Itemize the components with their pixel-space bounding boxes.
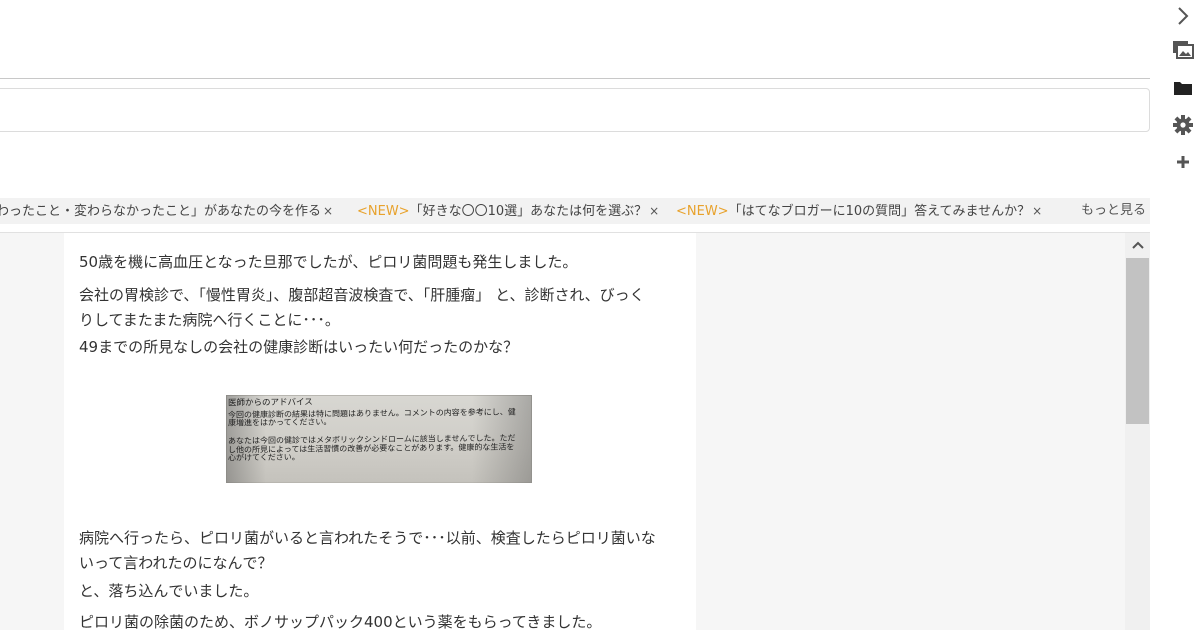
photo-text-line: 康増進をはかってください。	[228, 417, 332, 428]
plus-icon[interactable]	[1171, 150, 1195, 174]
topic-label: 「好きな〇〇10選」あなたは何を選ぶ？	[409, 204, 648, 219]
topic-item[interactable]: <NEW>「はてなブロガーに10の質問」答えてみませんか？ ×	[676, 198, 1042, 224]
paragraph: ピロリ菌の除菌のため、ボノサップパック400という薬をもらってきました。	[79, 613, 602, 630]
header-divider	[0, 78, 1150, 79]
scroll-up-icon[interactable]	[1125, 233, 1150, 257]
editor-scrollbar[interactable]	[1125, 233, 1150, 630]
topic-new-badge: <NEW>	[357, 204, 410, 219]
close-icon[interactable]: ×	[649, 204, 659, 218]
paragraph: いって言われたのになんで？	[79, 554, 273, 572]
image-icon[interactable]	[1171, 38, 1195, 62]
photo-text-line: 医師からのアドバイス	[228, 397, 313, 409]
folder-icon[interactable]	[1171, 76, 1195, 100]
photo-text-line: 心がけてください。	[228, 452, 300, 463]
paragraph: 病院へ行ったら、ピロリ菌がいると言われたそうで･･･以前、検査したらピロリ菌いな	[79, 529, 656, 547]
side-toolbar	[1163, 0, 1200, 630]
article-body[interactable]: 50歳を機に高血圧となった旦那でしたが、ピロリ菌問題も発生しました。 会社の胃検…	[64, 233, 696, 630]
blog-editor-page: わったこと・変わらなかったこと」があなたの今を作る × <NEW>「好きな〇〇10…	[0, 0, 1200, 630]
topic-new-badge: <NEW>	[676, 204, 729, 219]
topics-more-link[interactable]: もっと見る	[1081, 198, 1146, 224]
scrollbar-thumb[interactable]	[1126, 258, 1149, 424]
topic-label: 「はてなブロガーに10の質問」答えてみませんか？	[728, 204, 1031, 219]
topic-label: わったこと・変わらなかったこと」があなたの今を作る	[0, 204, 322, 219]
paragraph: と、落ち込んでいました。	[79, 582, 259, 600]
paragraph: 会社の胃検診で、「慢性胃炎」、腹部超音波検査で、「肝腫瘤」 と、診断され、びっく	[79, 286, 645, 304]
health-check-photo[interactable]: 医師からのアドバイス 今回の健康診断の結果は特に問題はありません。コメントの内容…	[226, 395, 532, 483]
gear-icon[interactable]	[1171, 113, 1195, 137]
title-input[interactable]	[0, 88, 1150, 132]
paragraph: りしてまたまた病院へ行くことに･･･。	[79, 311, 340, 329]
paragraph: 49までの所見なしの会社の健康診断はいったい何だったのかな？	[79, 338, 519, 356]
paragraph: 50歳を機に高血圧となった旦那でしたが、ピロリ菌問題も発生しました。	[79, 253, 578, 271]
topic-item[interactable]: <NEW>「好きな〇〇10選」あなたは何を選ぶ？ ×	[357, 198, 659, 224]
editor-header	[0, 0, 1150, 78]
close-icon[interactable]: ×	[1032, 204, 1042, 218]
topic-item[interactable]: わったこと・変わらなかったこと」があなたの今を作る ×	[0, 198, 333, 224]
chevron-right-icon[interactable]	[1171, 4, 1195, 28]
close-icon[interactable]: ×	[323, 204, 333, 218]
topics-bar: わったこと・変わらなかったこと」があなたの今を作る × <NEW>「好きな〇〇10…	[0, 198, 1150, 224]
